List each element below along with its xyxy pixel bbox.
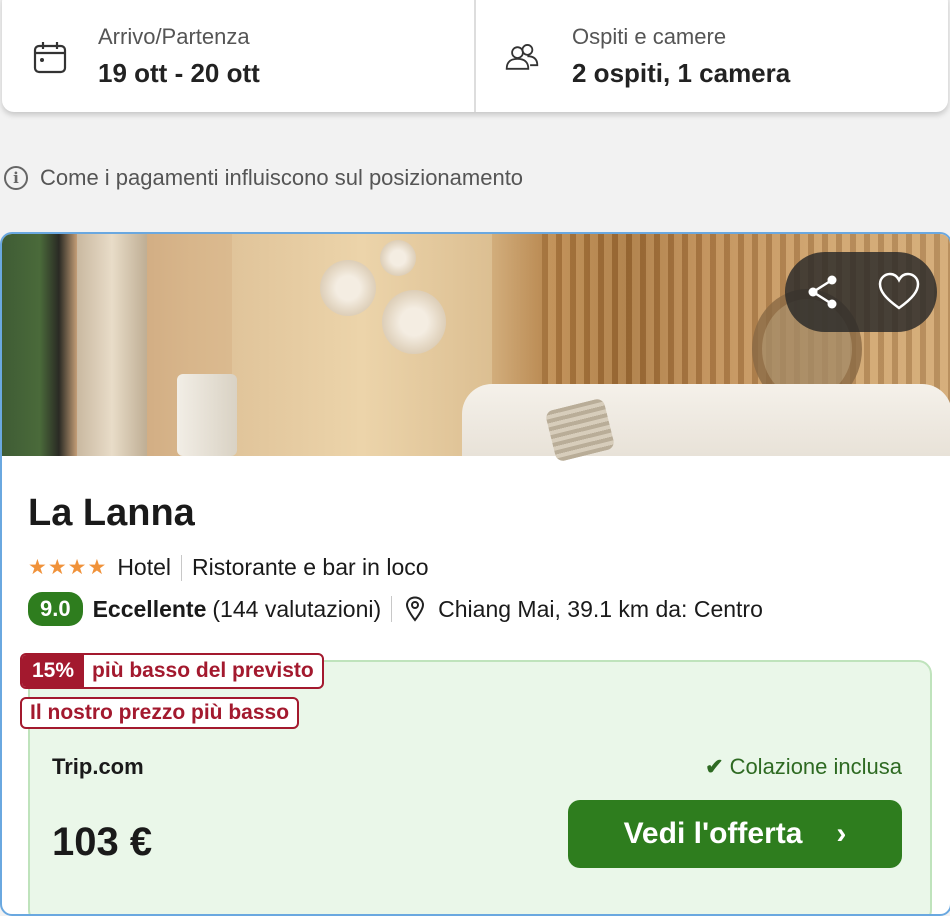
photo-actions [785,252,937,332]
check-icon: ✔ [705,754,724,779]
hotel-name[interactable]: La Lanna [28,492,195,535]
star-rating: ★★★★ [28,556,108,579]
discount-badge: 15% più basso del previsto [20,653,324,689]
favorite-button[interactable] [875,268,923,316]
divider [181,554,183,581]
breakfast-included: ✔ Colazione inclusa [705,754,902,780]
hotel-rating: 9.0 Eccellente (144 valutazioni) Chiang … [28,592,763,626]
score-badge: 9.0 [28,592,83,626]
hotel-amenity: Ristorante e bar in loco [192,554,429,580]
dates-selector[interactable]: Arrivo/Partenza 19 ott - 20 ott [2,0,476,112]
hotel-meta: ★★★★ Hotel Ristorante e bar in loco [28,554,429,581]
rating-label: Eccellente [92,595,207,622]
location-pin-icon [406,596,425,622]
hotel-photo[interactable] [2,234,950,463]
lowest-price-badge: Il nostro prezzo più basso [20,697,300,729]
discount-percent: 15% [22,655,85,687]
share-icon [808,275,837,309]
guests-label: Ospiti e camere [572,24,727,49]
chevron-right-icon: › [836,817,847,850]
search-summary-bar: Arrivo/Partenza 19 ott - 20 ott Ospiti e… [2,0,948,112]
ranking-info-link[interactable]: i Come i pagamenti influiscono sul posiz… [4,165,523,191]
calendar-icon [33,42,67,74]
review-count[interactable]: (144 valutazioni) [212,596,381,623]
view-deal-button[interactable]: Vedi l'offerta › [568,800,902,868]
offer-provider: Trip.com [52,754,144,779]
offer-price: 103 € [52,820,153,864]
guests-value: 2 ospiti, 1 camera [572,58,791,88]
guests-selector[interactable]: Ospiti e camere 2 ospiti, 1 camera [476,0,948,112]
hotel-location: Chiang Mai, 39.1 km da: Centro [438,595,763,622]
heart-icon [878,272,920,310]
dates-label: Arrivo/Partenza [98,24,250,49]
deal-badges: 15% più basso del previsto [20,653,324,689]
info-icon: i [4,166,28,190]
breakfast-text: Colazione inclusa [729,754,902,779]
view-deal-label: Vedi l'offerta [623,817,803,850]
hotel-type: Hotel [117,554,172,580]
discount-text: più basso del previsto [92,659,314,682]
users-icon [505,44,539,70]
share-button[interactable] [799,268,847,316]
dates-value: 19 ott - 20 ott [98,58,260,88]
divider [391,596,393,622]
ranking-info-text: Come i pagamenti influiscono sul posizio… [40,165,524,190]
